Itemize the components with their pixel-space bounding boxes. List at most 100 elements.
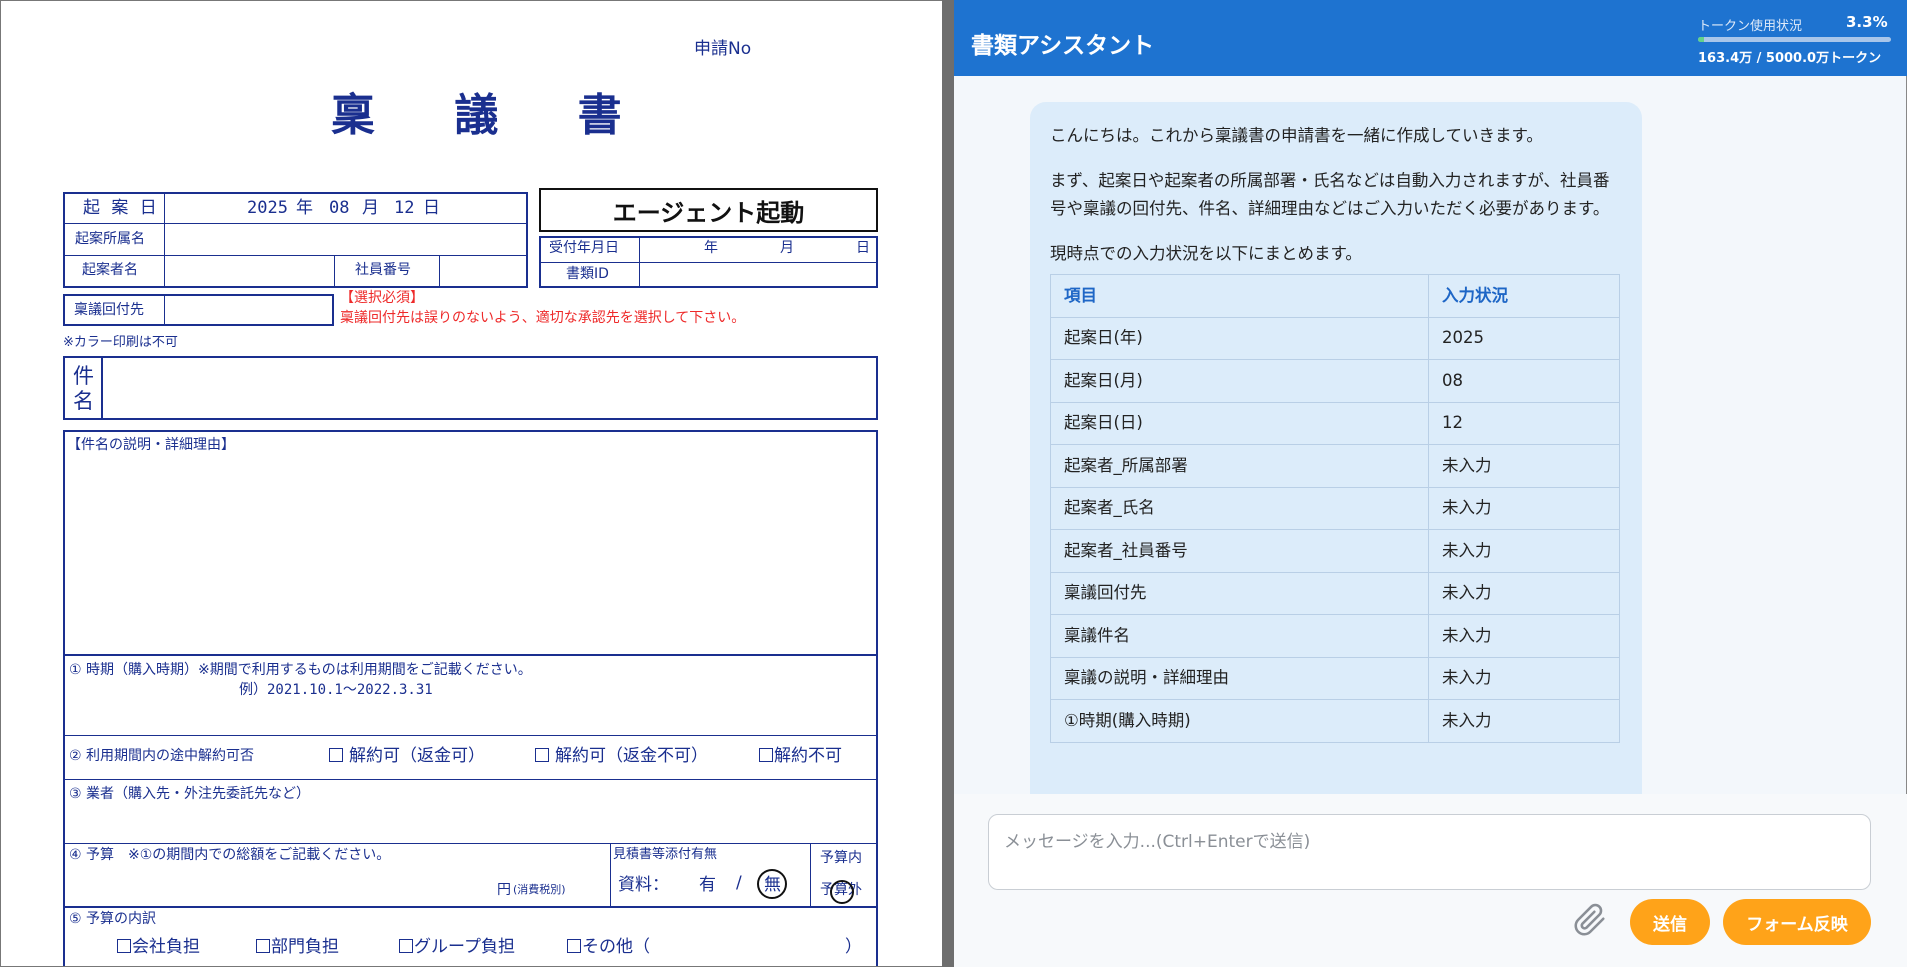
date-year[interactable]: 2025 (247, 200, 288, 217)
table-row: 稟議回付先 未入力 (1050, 571, 1620, 615)
row-status: 未入力 (1428, 529, 1620, 573)
breakdown-option-3[interactable]: グループ負担 (399, 939, 515, 956)
author-label: 起案者名 (82, 262, 138, 278)
breakdown-option-2-label: 部門負担 (271, 937, 339, 957)
message-paragraph-2: まず、起案日や起案者の所属部署・氏名などは自動入力されますが、社員番号や稟議の回… (1050, 171, 1610, 218)
token-usage-fill (1698, 37, 1705, 42)
pane-divider[interactable] (942, 0, 954, 967)
material-yes[interactable]: 有 (699, 877, 716, 894)
row-item: 起案者_氏名 (1050, 486, 1429, 530)
checkbox-icon (117, 939, 131, 953)
application-no-label: 申請No (694, 39, 752, 59)
row-status: 未入力 (1428, 486, 1620, 530)
checkbox-icon (567, 939, 581, 953)
row-status: 未入力 (1428, 444, 1620, 488)
agent-launch-button[interactable]: エージェント起動 (539, 188, 878, 232)
date-label: 起 案 日 (83, 198, 160, 218)
message-input[interactable] (988, 814, 1871, 890)
subject-label-2: 名 (73, 389, 94, 413)
table-row: 稟議件名 未入力 (1050, 614, 1620, 658)
routing-label: 稟議回付先 (74, 302, 144, 318)
composer: 送信 フォーム反映 (954, 794, 1907, 967)
cancel-option-1[interactable]: 解約可（返金可） (329, 748, 485, 765)
received-day-unit: 日 (856, 240, 870, 256)
cancel-label: ② 利用期間内の途中解約可否 (69, 748, 255, 764)
table-row: 起案者_所属部署 未入力 (1050, 444, 1620, 488)
vendor-label: ③ 業者（購入先・外注先委託先など） (69, 786, 310, 802)
department-label: 起案所属名 (75, 231, 145, 247)
app-window: 申請No 稟 議 書 起 案 日 2025 年 08 月 12 日 起案所属名 … (0, 0, 1907, 967)
checkbox-icon (759, 748, 773, 762)
assistant-message: こんにちは。これから稟議書の申請書を一緒に作成していきます。 まず、起案日や起案… (1030, 102, 1642, 794)
row-item: 起案日(年) (1050, 316, 1429, 360)
table-row: 起案日(年) 2025 (1050, 316, 1620, 360)
budget-label: ④ 予算 ※①の期間内での総額をご記載ください。 (69, 847, 391, 863)
employee-no-label: 社員番号 (355, 262, 411, 278)
table-row: 起案日(月) 08 (1050, 359, 1620, 403)
budget-tax-note: (消費税別) (513, 883, 566, 896)
row-item: 起案日(日) (1050, 401, 1429, 445)
year-unit: 年 (296, 198, 313, 218)
token-usage-bar (1698, 37, 1891, 42)
month-unit: 月 (362, 198, 379, 218)
row-status: 未入力 (1428, 614, 1620, 658)
row-item: 稟議件名 (1050, 614, 1429, 658)
period-example: 例）2021.10.1～2022.3.31 (239, 682, 433, 698)
column-header-status: 入力状況 (1428, 274, 1620, 318)
token-usage-label: トークン使用状況 (1698, 19, 1803, 34)
document-title: 稟 議 書 (331, 90, 654, 141)
token-usage-count: 163.4万 / 5000.0万トークン (1698, 51, 1882, 66)
date-month[interactable]: 08 (329, 200, 349, 217)
row-item: 稟議の説明・詳細理由 (1050, 656, 1429, 700)
date-day[interactable]: 12 (394, 200, 414, 217)
form-apply-button[interactable]: フォーム反映 (1723, 899, 1871, 945)
paperclip-icon[interactable] (1573, 903, 1607, 937)
chat-history[interactable]: こんにちは。これから稟議書の申請書を一緒に作成していきます。 まず、起案日や起案… (954, 76, 1907, 794)
color-print-note: ※カラー印刷は不可 (63, 335, 178, 350)
message-paragraph-3: 現時点での入力状況を以下にまとめます。 (1050, 244, 1362, 263)
assistant-panel: 書類アシスタント トークン使用状況 3.3% 163.4万 / 5000.0万ト… (954, 0, 1907, 967)
required-note: 【選択必須】 (340, 290, 424, 306)
budget-in[interactable]: 予算内 (820, 851, 862, 865)
assistant-header: 書類アシスタント トークン使用状況 3.3% 163.4万 / 5000.0万ト… (954, 0, 1907, 76)
send-button[interactable]: 送信 (1630, 899, 1710, 945)
breakdown-option-1-label: 会社負担 (132, 937, 200, 957)
detail-field[interactable] (67, 459, 873, 651)
checkbox-icon (256, 939, 270, 953)
routing-note: 稟議回付先は誤りのないよう、適切な承認先を選択して下さい。 (340, 310, 746, 326)
breakdown-option-4[interactable]: その他（ (567, 939, 650, 956)
author-field[interactable] (166, 257, 332, 286)
table-row: 稟議の説明・詳細理由 未入力 (1050, 656, 1620, 700)
row-item: ①時期(購入時期) (1050, 699, 1429, 743)
row-status: 未入力 (1428, 656, 1620, 700)
selected-circle-icon (757, 869, 787, 899)
breakdown-option-1[interactable]: 会社負担 (117, 939, 200, 956)
subject-field[interactable] (105, 359, 875, 417)
employee-no-field[interactable] (441, 257, 526, 286)
material-label: 資料： (618, 875, 669, 895)
breakdown-option-3-label: グループ負担 (414, 937, 515, 957)
table-header-row: 項目 入力状況 (1050, 274, 1620, 318)
row-status: 未入力 (1428, 571, 1620, 615)
department-field[interactable] (166, 225, 526, 253)
cancel-option-2[interactable]: 解約可（返金不可） (535, 748, 708, 765)
selected-circle-icon (830, 880, 854, 904)
column-header-item: 項目 (1050, 274, 1429, 318)
routing-select[interactable] (166, 296, 332, 324)
received-year-unit: 年 (704, 240, 718, 256)
row-status: 12 (1428, 401, 1620, 445)
row-status: 08 (1428, 359, 1620, 403)
cancel-option-2-label: 解約可（返金不可） (555, 746, 708, 766)
cancel-option-3[interactable]: 解約不可 (759, 748, 842, 765)
received-month-unit: 月 (780, 240, 794, 256)
breakdown-option-2[interactable]: 部門負担 (256, 939, 339, 956)
input-status-table: 項目 入力状況 起案日(年) 2025 起案日(月) 08 起案日(日) 12 起案者_所属… (1050, 274, 1620, 743)
row-status: 2025 (1428, 316, 1620, 360)
table-row: ①時期(購入時期) 未入力 (1050, 699, 1620, 743)
subject-label-1: 件 (73, 364, 94, 388)
cancel-option-3-label: 解約不可 (774, 746, 842, 766)
row-item: 起案者_所属部署 (1050, 444, 1429, 488)
received-date-label: 受付年月日 (549, 240, 619, 256)
breakdown-close-paren: ） (845, 937, 862, 957)
assistant-title: 書類アシスタント (971, 33, 1155, 59)
